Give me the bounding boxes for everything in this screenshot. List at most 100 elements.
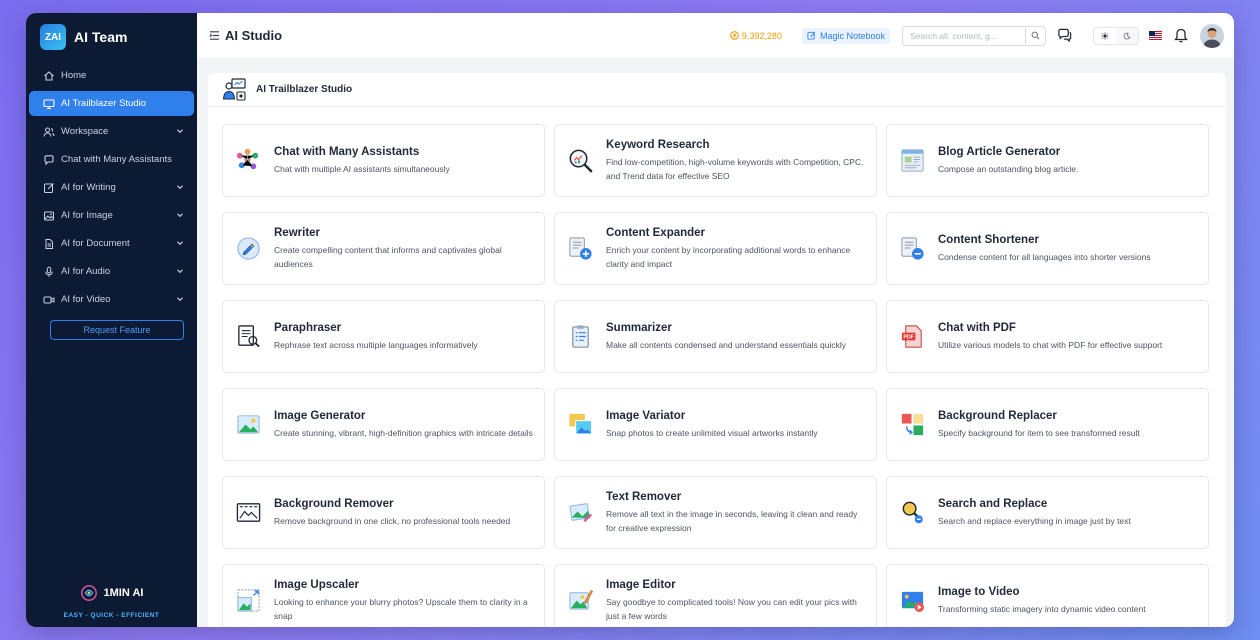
- app-window: ZAI AI Team Home AI Trailblazer Studio Wor…: [26, 13, 1234, 627]
- notification-bell-icon[interactable]: [1174, 28, 1188, 43]
- pdf-icon: PDF: [899, 323, 926, 350]
- background-replace-icon: [899, 411, 926, 438]
- card-description: Condense content for all languages into …: [938, 251, 1151, 262]
- footer-brand-name: 1MIN AI: [103, 587, 144, 599]
- chevron-down-icon[interactable]: [176, 295, 184, 303]
- card-title: Search and Replace: [938, 497, 1048, 510]
- feature-card-blog-article-generator[interactable]: Blog Article Generator Compose an outstan…: [886, 124, 1209, 197]
- card-title: Background Remover: [274, 497, 394, 510]
- sidebar-item-home[interactable]: Home: [29, 63, 194, 88]
- microphone-icon: [43, 266, 55, 278]
- studio-title: AI Trailblazer Studio: [256, 84, 353, 95]
- feature-card-chat-with-pdf[interactable]: PDF Chat with PDF Utilize various models t…: [886, 300, 1209, 373]
- feature-card-text-remover[interactable]: Text Remover Remove all text in the image…: [554, 476, 877, 549]
- feature-card-image-editor[interactable]: Image Editor Say goodbye to complicated t…: [554, 564, 877, 627]
- svg-text:PDF: PDF: [903, 335, 914, 341]
- card-description: Create compelling content that informs a…: [274, 244, 502, 269]
- sidebar-item-label: Chat with Many Assistants: [61, 154, 172, 165]
- chevron-down-icon[interactable]: [176, 267, 184, 275]
- card-description: Remove background in one click, no profe…: [274, 515, 511, 526]
- feature-card-keyword-research[interactable]: Keyword Research Find low-competition, hi…: [554, 124, 877, 197]
- feature-card-grid: Chat with Many Assistants Chat with multi…: [222, 124, 1209, 627]
- sidebar-item-label: AI Trailblazer Studio: [61, 98, 147, 109]
- feature-card-content-shortener[interactable]: Content Shortener Condense content for al…: [886, 212, 1209, 285]
- search-input[interactable]: [903, 26, 1025, 45]
- search-icon[interactable]: [1025, 26, 1045, 45]
- feature-card-image-to-video[interactable]: Image to Video Transforming static imager…: [886, 564, 1209, 627]
- feature-card-chat-with-many-assistants[interactable]: Chat with Many Assistants Chat with multi…: [222, 124, 545, 197]
- feature-card-content-expander[interactable]: Content Expander Enrich your content by i…: [554, 212, 877, 285]
- rewriter-icon: [235, 235, 262, 262]
- chat-support-icon[interactable]: [1056, 27, 1073, 44]
- footer-tagline: EASY - QUICK - EFFICIENT: [63, 612, 160, 619]
- card-title: Rewriter: [274, 226, 321, 239]
- feature-card-background-remover[interactable]: Background Remover Remove background in o…: [222, 476, 545, 549]
- sidebar-item-label: AI for Audio: [61, 266, 111, 277]
- trailblazer-studio-icon: [221, 77, 247, 103]
- image-icon: [43, 210, 55, 222]
- sidebar-item-workspace[interactable]: Workspace: [29, 119, 194, 144]
- feature-card-search-and-replace[interactable]: Search and Replace Search and replace eve…: [886, 476, 1209, 549]
- card-description: Enrich your content by incorporating add…: [606, 244, 851, 269]
- card-title: Chat with Many Assistants: [274, 145, 420, 158]
- card-title: Content Expander: [606, 226, 706, 239]
- sidebar-item-ai-trailblazer-studio[interactable]: AI Trailblazer Studio: [29, 91, 194, 116]
- card-title: Keyword Research: [606, 138, 710, 151]
- request-feature-button[interactable]: Request Feature: [50, 320, 184, 340]
- feature-card-image-upscaler[interactable]: Image Upscaler Looking to enhance your bl…: [222, 564, 545, 627]
- feature-card-rewriter[interactable]: Rewriter Create compelling content that i…: [222, 212, 545, 285]
- card-title: Image Editor: [606, 578, 676, 591]
- keyword-search-icon: [567, 147, 594, 174]
- search-bar: [902, 25, 1046, 46]
- sidebar-item-ai-for-audio[interactable]: AI for Audio: [29, 259, 194, 284]
- us-flag-language-icon[interactable]: [1149, 31, 1162, 40]
- card-title: Content Shortener: [938, 233, 1039, 246]
- image-to-video-icon: [899, 587, 926, 614]
- card-title: Summarizer: [606, 321, 672, 334]
- magic-notebook-button[interactable]: Magic Notebook: [801, 27, 890, 44]
- dark-mode-moon-icon[interactable]: [1116, 28, 1138, 44]
- sidebar-item-ai-for-writing[interactable]: AI for Writing: [29, 175, 194, 200]
- summarizer-icon: [567, 323, 594, 350]
- magic-notebook-label: Magic Notebook: [819, 30, 885, 41]
- card-description: Make all contents condensed and understa…: [606, 339, 847, 350]
- card-description: Remove all text in the image in seconds,…: [606, 508, 858, 533]
- monitor-icon: [43, 98, 55, 110]
- credits-balance[interactable]: 9,392,280: [730, 31, 782, 41]
- sidebar-item-ai-for-document[interactable]: AI for Document: [29, 231, 194, 256]
- card-description: Rephrase text across multiple languages …: [274, 339, 478, 350]
- card-description: Chat with multiple AI assistants simulta…: [274, 163, 450, 174]
- brain-logo-icon: [80, 584, 98, 602]
- card-description: Snap photos to create unlimited visual a…: [606, 427, 818, 438]
- feature-card-summarizer[interactable]: Summarizer Make all contents condensed an…: [554, 300, 877, 373]
- sidebar-item-chat-with-many-assistants[interactable]: Chat with Many Assistants: [29, 147, 194, 172]
- home-icon: [43, 70, 55, 82]
- feature-card-image-generator[interactable]: Image Generator Create stunning, vibrant,…: [222, 388, 545, 461]
- card-description: Transforming static imagery into dynamic…: [938, 603, 1146, 614]
- card-description: Looking to enhance your blurry photos? U…: [274, 596, 528, 621]
- light-mode-sun-icon[interactable]: [1094, 27, 1116, 44]
- card-title: Chat with PDF: [938, 321, 1016, 334]
- chevron-down-icon[interactable]: [176, 183, 184, 191]
- feature-card-paraphraser[interactable]: Paraphraser Rephrase text across multiple…: [222, 300, 545, 373]
- chevron-down-icon[interactable]: [176, 211, 184, 219]
- menu-toggle-icon[interactable]: [209, 30, 220, 41]
- chevron-down-icon[interactable]: [176, 127, 184, 135]
- card-title: Text Remover: [606, 490, 682, 503]
- card-title: Image Generator: [274, 409, 366, 422]
- coin-icon: [730, 31, 739, 40]
- multi-chat-icon: [235, 147, 262, 174]
- studio-panel: AI Trailblazer Studio Chat with Many Ass…: [208, 73, 1226, 627]
- card-description: Utilize various models to chat with PDF …: [938, 339, 1163, 350]
- user-avatar[interactable]: [1200, 23, 1224, 48]
- image-variator-icon: [567, 411, 594, 438]
- feature-card-background-replacer[interactable]: Background Replacer Specify background fo…: [886, 388, 1209, 461]
- content-expand-icon: [567, 235, 594, 262]
- chevron-down-icon[interactable]: [176, 239, 184, 247]
- image-editor-icon: [567, 587, 594, 614]
- sidebar-item-ai-for-image[interactable]: AI for Image: [29, 203, 194, 228]
- card-description: Create stunning, vibrant, high-definitio…: [274, 427, 533, 438]
- brand[interactable]: ZAI AI Team: [26, 13, 197, 61]
- sidebar-item-ai-for-video[interactable]: AI for Video: [29, 287, 194, 312]
- feature-card-image-variator[interactable]: Image Variator Snap photos to create unli…: [554, 388, 877, 461]
